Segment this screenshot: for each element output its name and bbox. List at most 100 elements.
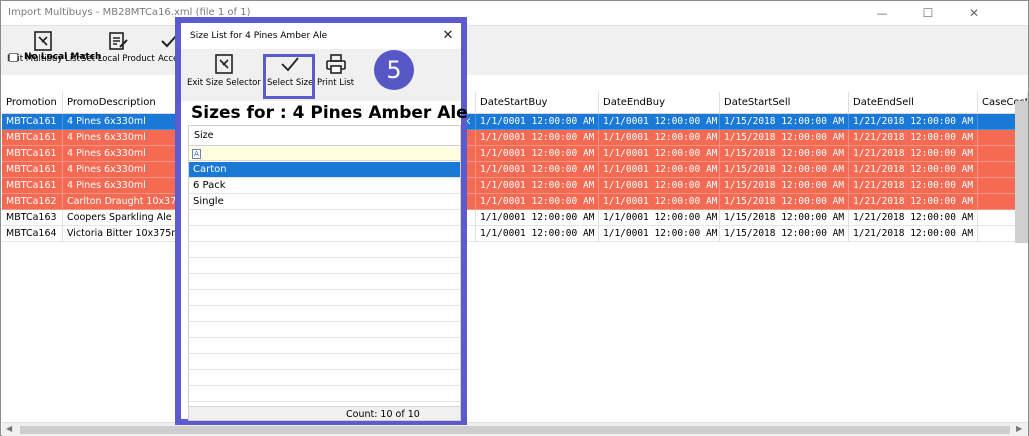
cell-start-sell: 1/15/2018 12:00:00 AM bbox=[720, 226, 849, 242]
size-row[interactable]: Single bbox=[189, 194, 460, 210]
cell-end-sell: 1/21/2018 12:00:00 AM bbox=[849, 178, 978, 194]
table-row[interactable]: MBTCa161 4 Pines 6x330ml 1/1/0001 12:00:00… bbox=[2, 162, 1028, 178]
cell-start-buy: 1/1/0001 12:00:00 AM bbox=[476, 226, 599, 242]
column-header-datestartsell[interactable]: DateStartSell bbox=[720, 92, 849, 114]
cell-start-sell: 1/15/2018 12:00:00 AM bbox=[720, 146, 849, 162]
cell-start-buy: 1/1/0001 12:00:00 AM bbox=[476, 130, 599, 146]
select-size-highlight bbox=[263, 54, 315, 99]
size-filter-row[interactable]: A bbox=[189, 147, 460, 161]
cell-desc: Victoria Bitter 10x375m bbox=[63, 226, 177, 242]
cell-promo: MBTCa164 bbox=[2, 226, 63, 242]
size-row[interactable]: Carton bbox=[189, 162, 460, 178]
cell-end-buy: 1/1/0001 12:00:00 AM bbox=[599, 210, 720, 226]
cell-end-buy: 1/1/0001 12:00:00 AM bbox=[599, 194, 720, 210]
cell-start-sell: 1/15/2018 12:00:00 AM bbox=[720, 178, 849, 194]
multibuy-grid[interactable]: Promotion PromoDescription DateStartBuy … bbox=[2, 92, 1028, 422]
empty-size-row bbox=[189, 274, 460, 290]
vertical-scrollbar[interactable] bbox=[1015, 101, 1028, 243]
cell-end-sell: 1/21/2018 12:00:00 AM bbox=[849, 226, 978, 242]
cell-start-buy: 1/1/0001 12:00:00 AM bbox=[476, 114, 599, 130]
dialog-close-button[interactable]: ✕ bbox=[439, 27, 457, 45]
cell-end-sell: 1/21/2018 12:00:00 AM bbox=[849, 162, 978, 178]
cell-promo: MBTCa161 bbox=[2, 114, 63, 130]
table-row[interactable]: MBTCa161 4 Pines 6x330ml 1/1/0001 12:00:00… bbox=[2, 130, 1028, 146]
empty-row bbox=[2, 242, 1028, 258]
column-header-promotion[interactable]: Promotion bbox=[2, 92, 63, 114]
scroll-left-arrow[interactable]: ◀ bbox=[6, 424, 12, 433]
cell-start-buy: 1/1/0001 12:00:00 AM bbox=[476, 146, 599, 162]
empty-row bbox=[2, 258, 1028, 274]
empty-size-row bbox=[189, 370, 460, 386]
column-header-dateendsell[interactable]: DateEndSell bbox=[849, 92, 978, 114]
minimize-button[interactable]: — bbox=[859, 1, 905, 25]
table-row[interactable]: MBTCa161 4 Pines 6x330ml 1/1/0001 12:00:00… bbox=[2, 146, 1028, 162]
cell-end-buy: 1/1/0001 12:00:00 AM bbox=[599, 146, 720, 162]
cell-start-sell: 1/15/2018 12:00:00 AM bbox=[720, 130, 849, 146]
main-toolbar: Exit Multibuy List Set Local Product Acc… bbox=[1, 25, 1028, 75]
cell-start-buy: 1/1/0001 12:00:00 AM bbox=[476, 210, 599, 226]
cell-start-buy: 1/1/0001 12:00:00 AM bbox=[476, 194, 599, 210]
cell-start-sell: 1/15/2018 12:00:00 AM bbox=[720, 114, 849, 130]
exit-icon bbox=[34, 31, 53, 51]
exit-size-selector-label: Exit Size Selector bbox=[187, 78, 261, 88]
empty-size-row bbox=[189, 290, 460, 306]
cell-end-sell: 1/21/2018 12:00:00 AM bbox=[849, 194, 978, 210]
dialog-toolbar: Exit Size Selector Select Size Print Lis… bbox=[181, 49, 461, 101]
step-number-badge: 5 bbox=[374, 50, 414, 90]
table-row[interactable]: MBTCa162 Carlton Draught 10x37 1/1/0001 12… bbox=[2, 194, 1028, 210]
cell-desc: Coopers Sparkling Ale bbox=[63, 210, 177, 226]
column-header-size[interactable]: Size bbox=[189, 126, 460, 146]
cell-end-buy: 1/1/0001 12:00:00 AM bbox=[599, 162, 720, 178]
cell-end-sell: 1/21/2018 12:00:00 AM bbox=[849, 130, 978, 146]
exit-icon bbox=[215, 54, 233, 74]
no-local-match-toggle[interactable]: No Local Match bbox=[9, 52, 101, 62]
cell-start-sell: 1/15/2018 12:00:00 AM bbox=[720, 210, 849, 226]
dialog-title: Size List for 4 Pines Amber Ale bbox=[190, 31, 328, 41]
no-local-match-checkbox[interactable] bbox=[9, 52, 18, 62]
cell-start-buy: 1/1/0001 12:00:00 AM bbox=[476, 178, 599, 194]
cell-end-buy: 1/1/0001 12:00:00 AM bbox=[599, 114, 720, 130]
cell-desc: 4 Pines 6x330ml bbox=[63, 114, 177, 130]
size-list-dialog: Size List for 4 Pines Amber Ale ✕ Exit S… bbox=[175, 17, 468, 425]
column-header-datestartbuy[interactable]: DateStartBuy bbox=[476, 92, 599, 114]
empty-size-row bbox=[189, 242, 460, 258]
edit-list-icon bbox=[109, 32, 128, 50]
size-count-status: Count: 10 of 10 bbox=[189, 406, 460, 420]
dialog-title-bar: Size List for 4 Pines Amber Ale ✕ bbox=[181, 23, 461, 49]
empty-size-row bbox=[189, 306, 460, 322]
size-row[interactable]: 6 Pack bbox=[189, 178, 460, 194]
empty-row bbox=[2, 290, 1028, 306]
empty-size-row bbox=[189, 386, 460, 402]
empty-row bbox=[2, 386, 1028, 402]
table-row[interactable]: MBTCa161 4 Pines 6x330ml k 1/1/0001 12:00:0… bbox=[2, 114, 1028, 130]
close-window-button[interactable]: ✕ bbox=[951, 1, 997, 25]
exit-size-selector-button[interactable]: Exit Size Selector bbox=[187, 53, 261, 88]
column-header-dateendbuy[interactable]: DateEndBuy bbox=[599, 92, 720, 114]
maximize-button[interactable]: ☐ bbox=[905, 1, 951, 25]
empty-row bbox=[2, 370, 1028, 386]
horizontal-scrollbar[interactable]: ◀ ▶ bbox=[2, 422, 1028, 436]
cell-promo: MBTCa161 bbox=[2, 146, 63, 162]
empty-size-row bbox=[189, 258, 460, 274]
cell-end-buy: 1/1/0001 12:00:00 AM bbox=[599, 178, 720, 194]
print-list-label: Print List bbox=[317, 78, 355, 88]
cell-start-sell: 1/15/2018 12:00:00 AM bbox=[720, 194, 849, 210]
empty-size-row bbox=[189, 322, 460, 338]
print-list-button[interactable]: Print List bbox=[317, 53, 354, 88]
cell-end-buy: 1/1/0001 12:00:00 AM bbox=[599, 226, 720, 242]
empty-row bbox=[2, 274, 1028, 290]
table-row[interactable]: MBTCa161 4 Pines 6x330ml 1/1/0001 12:00:00… bbox=[2, 178, 1028, 194]
cell-start-sell: 1/15/2018 12:00:00 AM bbox=[720, 162, 849, 178]
printer-icon bbox=[325, 54, 346, 74]
empty-size-row bbox=[189, 338, 460, 354]
sizes-heading: Sizes for : 4 Pines Amber Ale bbox=[191, 103, 468, 123]
size-grid[interactable]: Size A Carton 6 Pack Single Count: 10 of 1… bbox=[188, 125, 461, 421]
table-row[interactable]: MBTCa163 Coopers Sparkling Ale 1/1/0001 12… bbox=[2, 210, 1028, 226]
scroll-right-arrow[interactable]: ▶ bbox=[1016, 424, 1022, 433]
table-row[interactable]: MBTCa164 Victoria Bitter 10x375m 1/1/0001 … bbox=[2, 226, 1028, 242]
horizontal-scroll-thumb[interactable] bbox=[20, 426, 1010, 434]
cell-promo: MBTCa161 bbox=[2, 130, 63, 146]
empty-row bbox=[2, 338, 1028, 354]
cell-promo: MBTCa161 bbox=[2, 162, 63, 178]
filter-icon[interactable]: A bbox=[192, 149, 201, 159]
